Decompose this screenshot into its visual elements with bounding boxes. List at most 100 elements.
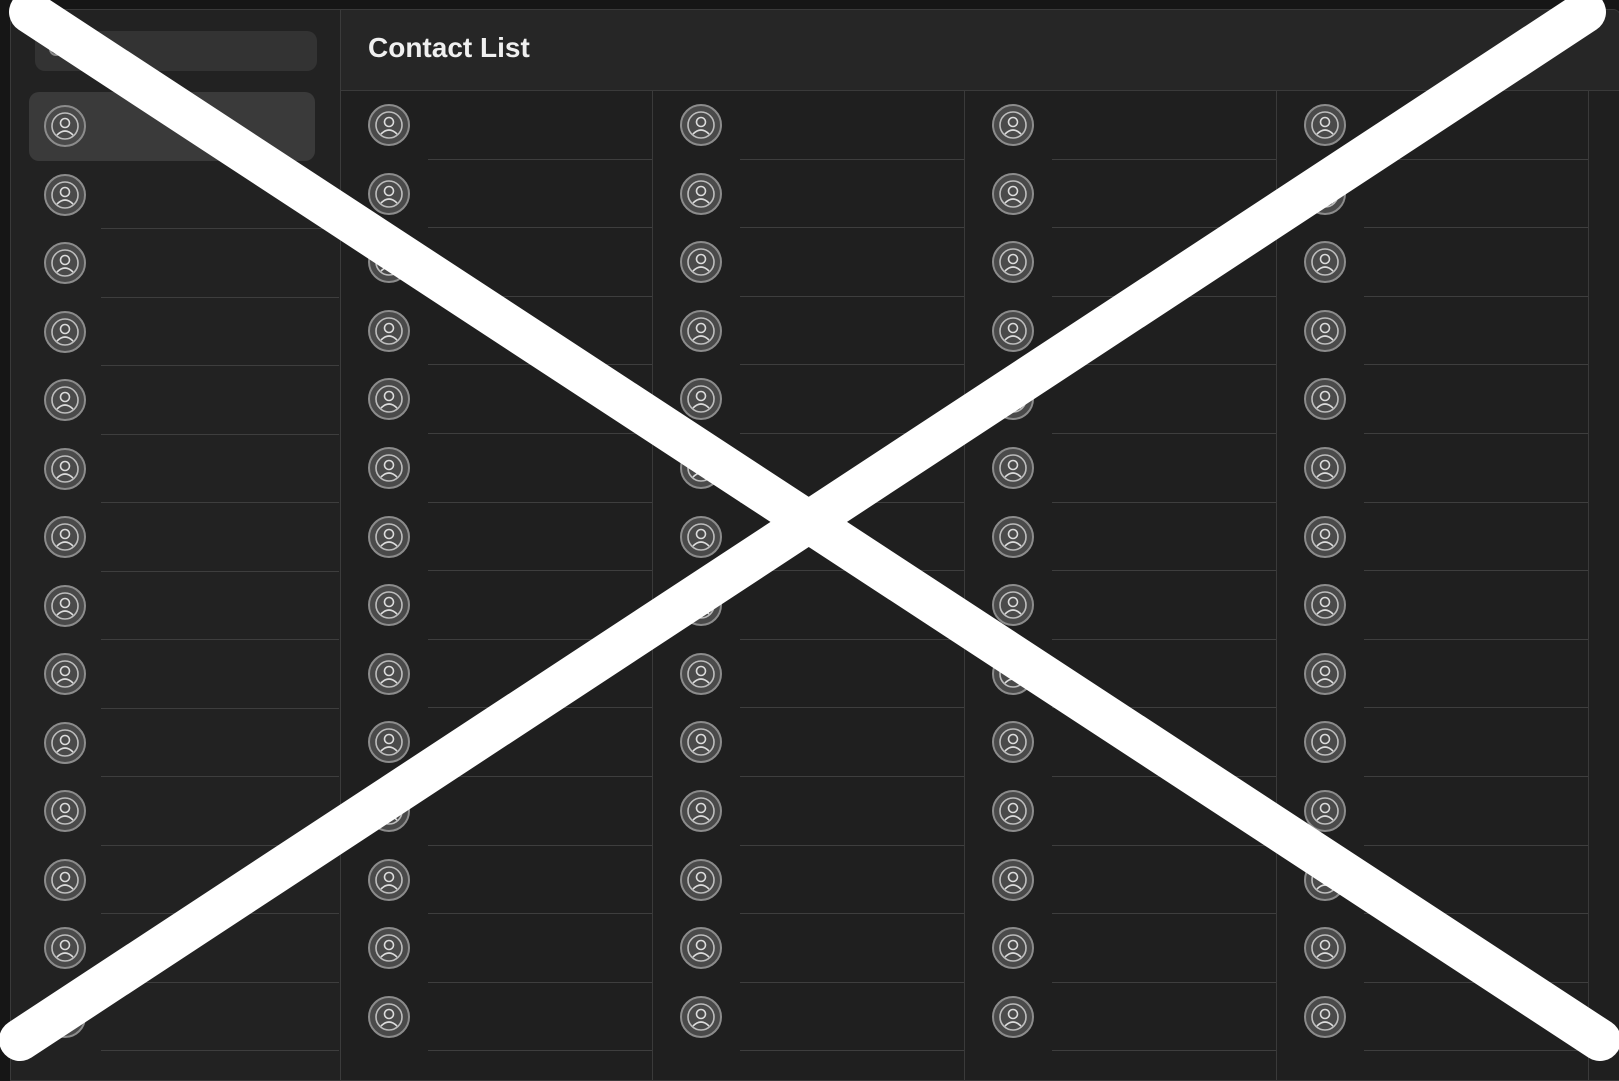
contact-row[interactable]	[1277, 983, 1588, 1052]
contact-row[interactable]	[29, 161, 339, 229]
contact-row[interactable]	[341, 434, 652, 503]
contact-row[interactable]	[341, 571, 652, 640]
contact-row[interactable]	[29, 914, 339, 983]
contact-row[interactable]	[653, 503, 964, 572]
contact-row[interactable]	[29, 640, 339, 709]
contact-row[interactable]	[653, 91, 964, 160]
contact-row[interactable]	[653, 640, 964, 709]
contact-row[interactable]	[965, 846, 1276, 915]
contact-row[interactable]	[29, 846, 339, 914]
contact-row[interactable]	[653, 297, 964, 366]
person-avatar-icon	[991, 240, 1035, 284]
contact-row[interactable]	[1277, 777, 1588, 846]
contact-row[interactable]	[1277, 434, 1588, 503]
contact-row[interactable]	[1277, 91, 1588, 160]
contact-row[interactable]	[341, 503, 652, 572]
contact-row[interactable]	[965, 434, 1276, 503]
person-avatar-icon	[679, 995, 723, 1039]
contact-row[interactable]	[29, 435, 339, 503]
person-avatar-icon	[1303, 172, 1347, 216]
person-avatar-icon	[679, 309, 723, 353]
contact-row[interactable]	[653, 983, 964, 1052]
contact-row[interactable]	[653, 160, 964, 229]
person-avatar-icon	[367, 446, 411, 490]
person-avatar-icon	[679, 789, 723, 833]
person-avatar-icon	[679, 377, 723, 421]
contact-row[interactable]	[29, 572, 339, 640]
contact-row[interactable]	[29, 229, 339, 298]
person-avatar-icon	[1303, 515, 1347, 559]
person-avatar-icon	[367, 926, 411, 970]
contact-row[interactable]	[965, 983, 1276, 1052]
contact-row[interactable]	[965, 228, 1276, 297]
person-avatar-icon	[1303, 583, 1347, 627]
contact-row[interactable]	[1277, 228, 1588, 297]
contact-row[interactable]	[341, 914, 652, 983]
person-avatar-icon	[991, 377, 1035, 421]
page-title: Contact List	[368, 32, 530, 63]
contact-row[interactable]	[653, 914, 964, 983]
sidebar	[11, 10, 341, 1080]
contact-row[interactable]	[1277, 846, 1588, 915]
contact-row[interactable]	[653, 571, 964, 640]
contact-row[interactable]	[965, 503, 1276, 572]
contact-row[interactable]	[341, 297, 652, 366]
contact-row[interactable]	[29, 777, 339, 846]
person-avatar-icon	[367, 309, 411, 353]
contact-row[interactable]	[29, 366, 339, 435]
contact-row[interactable]	[29, 709, 339, 777]
contact-row[interactable]	[965, 914, 1276, 983]
contact-row[interactable]	[965, 160, 1276, 229]
contact-row[interactable]	[341, 160, 652, 229]
person-avatar-icon	[1303, 995, 1347, 1039]
person-avatar-icon	[367, 103, 411, 147]
contact-row[interactable]	[653, 777, 964, 846]
person-avatar-icon	[1303, 309, 1347, 353]
contact-row[interactable]	[653, 846, 964, 915]
contact-row[interactable]	[653, 434, 964, 503]
contact-row[interactable]	[965, 91, 1276, 160]
contact-row[interactable]	[1277, 297, 1588, 366]
contact-row[interactable]	[965, 708, 1276, 777]
person-avatar-icon	[679, 652, 723, 696]
contact-row[interactable]	[1277, 571, 1588, 640]
contact-row[interactable]	[1277, 365, 1588, 434]
search-field[interactable]	[35, 31, 317, 71]
contact-row[interactable]	[341, 708, 652, 777]
person-avatar-icon	[991, 583, 1035, 627]
person-avatar-icon	[679, 583, 723, 627]
person-avatar-icon	[367, 377, 411, 421]
contact-row[interactable]	[341, 91, 652, 160]
contact-row[interactable]	[1277, 640, 1588, 709]
row-divider	[740, 1050, 964, 1052]
contact-column	[1277, 91, 1589, 1080]
contact-row[interactable]	[965, 640, 1276, 709]
person-avatar-icon	[991, 172, 1035, 216]
contact-row[interactable]	[29, 983, 339, 1051]
contact-row[interactable]	[29, 503, 339, 572]
contact-row[interactable]	[653, 365, 964, 434]
person-avatar-icon	[1303, 789, 1347, 833]
person-avatar-icon	[1303, 240, 1347, 284]
contact-row[interactable]	[341, 983, 652, 1052]
contact-row[interactable]	[965, 297, 1276, 366]
contact-row[interactable]	[1277, 708, 1588, 777]
contact-row[interactable]	[1277, 914, 1588, 983]
contact-row[interactable]	[965, 571, 1276, 640]
person-avatar-icon	[43, 995, 87, 1039]
contact-row[interactable]	[341, 846, 652, 915]
person-avatar-icon	[367, 720, 411, 764]
contact-row[interactable]	[341, 640, 652, 709]
contact-row[interactable]	[965, 365, 1276, 434]
contact-row[interactable]	[341, 365, 652, 434]
person-avatar-icon	[991, 652, 1035, 696]
contact-row[interactable]	[1277, 503, 1588, 572]
contact-row[interactable]	[29, 92, 315, 161]
contact-row[interactable]	[341, 228, 652, 297]
contact-row[interactable]	[29, 298, 339, 366]
contact-row[interactable]	[965, 777, 1276, 846]
contact-row[interactable]	[1277, 160, 1588, 229]
contact-row[interactable]	[653, 228, 964, 297]
contact-row[interactable]	[653, 708, 964, 777]
contact-row[interactable]	[341, 777, 652, 846]
